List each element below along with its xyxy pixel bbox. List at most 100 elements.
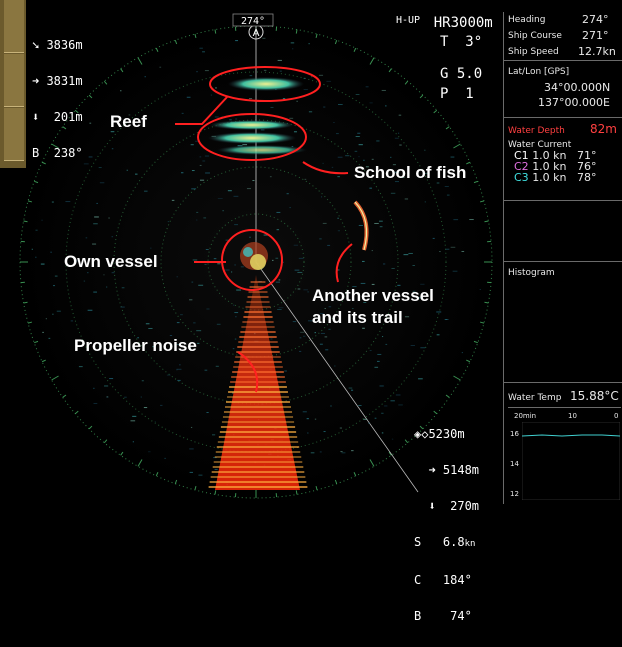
noise-speckle: [272, 260, 273, 261]
noise-speckle: [480, 289, 481, 290]
noise-speckle: [270, 107, 273, 108]
noise-speckle: [191, 427, 192, 428]
noise-speckle: [289, 118, 293, 119]
noise-speckle: [276, 282, 280, 283]
noise-speckle: [337, 176, 340, 177]
noise-speckle: [420, 347, 425, 348]
noise-speckle: [177, 369, 182, 370]
noise-speckle: [418, 378, 423, 379]
noise-speckle: [383, 263, 385, 264]
readout-row: ➘ 3836m: [32, 39, 83, 51]
noise-speckle: [191, 282, 193, 283]
noise-speckle: [436, 311, 441, 312]
noise-speckle: [328, 329, 330, 330]
noise-speckle: [202, 160, 205, 161]
noise-speckle: [94, 216, 99, 217]
noise-speckle: [112, 236, 113, 237]
water-temp-section[interactable]: Water Temp 15.88°C 20min 10 0 16 14 12: [504, 383, 622, 504]
annotation-propeller-noise: Propeller noise: [74, 336, 197, 356]
scale-segment: [4, 0, 24, 53]
noise-speckle: [86, 237, 88, 238]
noise-speckle: [307, 433, 308, 434]
noise-speckle: [167, 375, 171, 376]
noise-speckle: [295, 270, 300, 271]
noise-speckle: [362, 261, 365, 262]
noise-speckle: [196, 212, 198, 213]
noise-speckle: [235, 119, 237, 120]
noise-speckle: [168, 221, 169, 222]
readout-label: C: [414, 573, 421, 587]
noise-speckle: [89, 123, 91, 124]
current-row: C3 1.0 kn 78°: [514, 172, 597, 183]
histogram-section[interactable]: Histogram: [504, 262, 622, 383]
noise-speckle: [287, 193, 289, 194]
noise-speckle: [190, 472, 193, 473]
noise-speckle: [231, 271, 232, 272]
bearing-tick: [296, 30, 297, 34]
blank-section: [504, 201, 622, 262]
noise-speckle: [235, 40, 238, 41]
noise-speckle: [250, 75, 253, 76]
noise-speckle: [337, 218, 339, 219]
noise-speckle: [200, 165, 202, 166]
noise-speckle: [160, 405, 162, 406]
noise-speckle: [420, 284, 424, 285]
range-scale-bar[interactable]: [0, 0, 26, 168]
noise-speckle: [439, 251, 441, 252]
noise-speckle: [53, 285, 55, 286]
fish-echo: [208, 132, 296, 144]
noise-speckle: [217, 263, 220, 264]
noise-speckle: [342, 452, 346, 453]
noise-speckle: [65, 201, 70, 202]
noise-speckle: [198, 475, 202, 476]
noise-speckle: [205, 172, 210, 173]
readout-value: 238°: [54, 146, 83, 160]
noise-speckle: [150, 248, 151, 249]
noise-speckle: [235, 339, 236, 340]
ship-info-section: Heading 274° Ship Course 271° Ship Speed…: [504, 12, 622, 61]
noise-speckle: [300, 332, 304, 333]
noise-speckle: [108, 218, 110, 219]
noise-speckle: [276, 212, 280, 213]
noise-speckle: [363, 160, 364, 161]
noise-speckle: [109, 378, 113, 379]
noise-speckle: [384, 405, 387, 406]
noise-speckle: [57, 311, 61, 312]
noise-speckle: [374, 367, 378, 368]
noise-speckle: [284, 371, 287, 372]
bottom-right-readouts: ◈◇5230m ➜ 5148m ⬇ 270m S 6.8kn C 184° B …: [414, 404, 479, 646]
noise-speckle: [206, 308, 209, 309]
heading-label: Heading: [508, 15, 545, 25]
annotation-trail: and its trail: [312, 308, 403, 328]
noise-speckle: [142, 380, 144, 381]
noise-speckle: [377, 361, 380, 362]
noise-speckle: [433, 238, 435, 239]
noise-speckle: [380, 226, 383, 227]
noise-speckle: [187, 97, 191, 98]
graph-x-tick: 10: [568, 412, 577, 420]
noise-speckle: [182, 113, 184, 114]
noise-speckle: [144, 191, 148, 192]
noise-speckle: [379, 221, 383, 222]
own-vessel-echo: [240, 242, 268, 270]
north-marker-label: A: [253, 28, 260, 39]
noise-speckle: [191, 144, 194, 145]
heading-value: 274°: [582, 13, 609, 26]
noise-speckle: [412, 265, 414, 266]
noise-speckle: [146, 323, 150, 324]
noise-speckle: [323, 223, 327, 224]
noise-speckle: [296, 101, 297, 102]
current-list: C1 1.0 kn 71° C2 1.0 kn 76° C3 1.0 kn 78…: [514, 150, 597, 183]
noise-speckle: [216, 366, 219, 367]
noise-speckle: [405, 316, 409, 317]
noise-speckle: [84, 281, 85, 282]
noise-speckle: [55, 276, 58, 277]
noise-speckle: [164, 458, 166, 459]
noise-speckle: [217, 324, 221, 325]
temp-value: 15.88°C: [570, 389, 619, 403]
depth-label: Water Depth: [508, 126, 565, 136]
graph-y-tick: 12: [510, 490, 519, 498]
noise-speckle: [391, 193, 395, 194]
noise-speckle: [205, 156, 209, 157]
range-value: HR3000m: [434, 15, 493, 31]
